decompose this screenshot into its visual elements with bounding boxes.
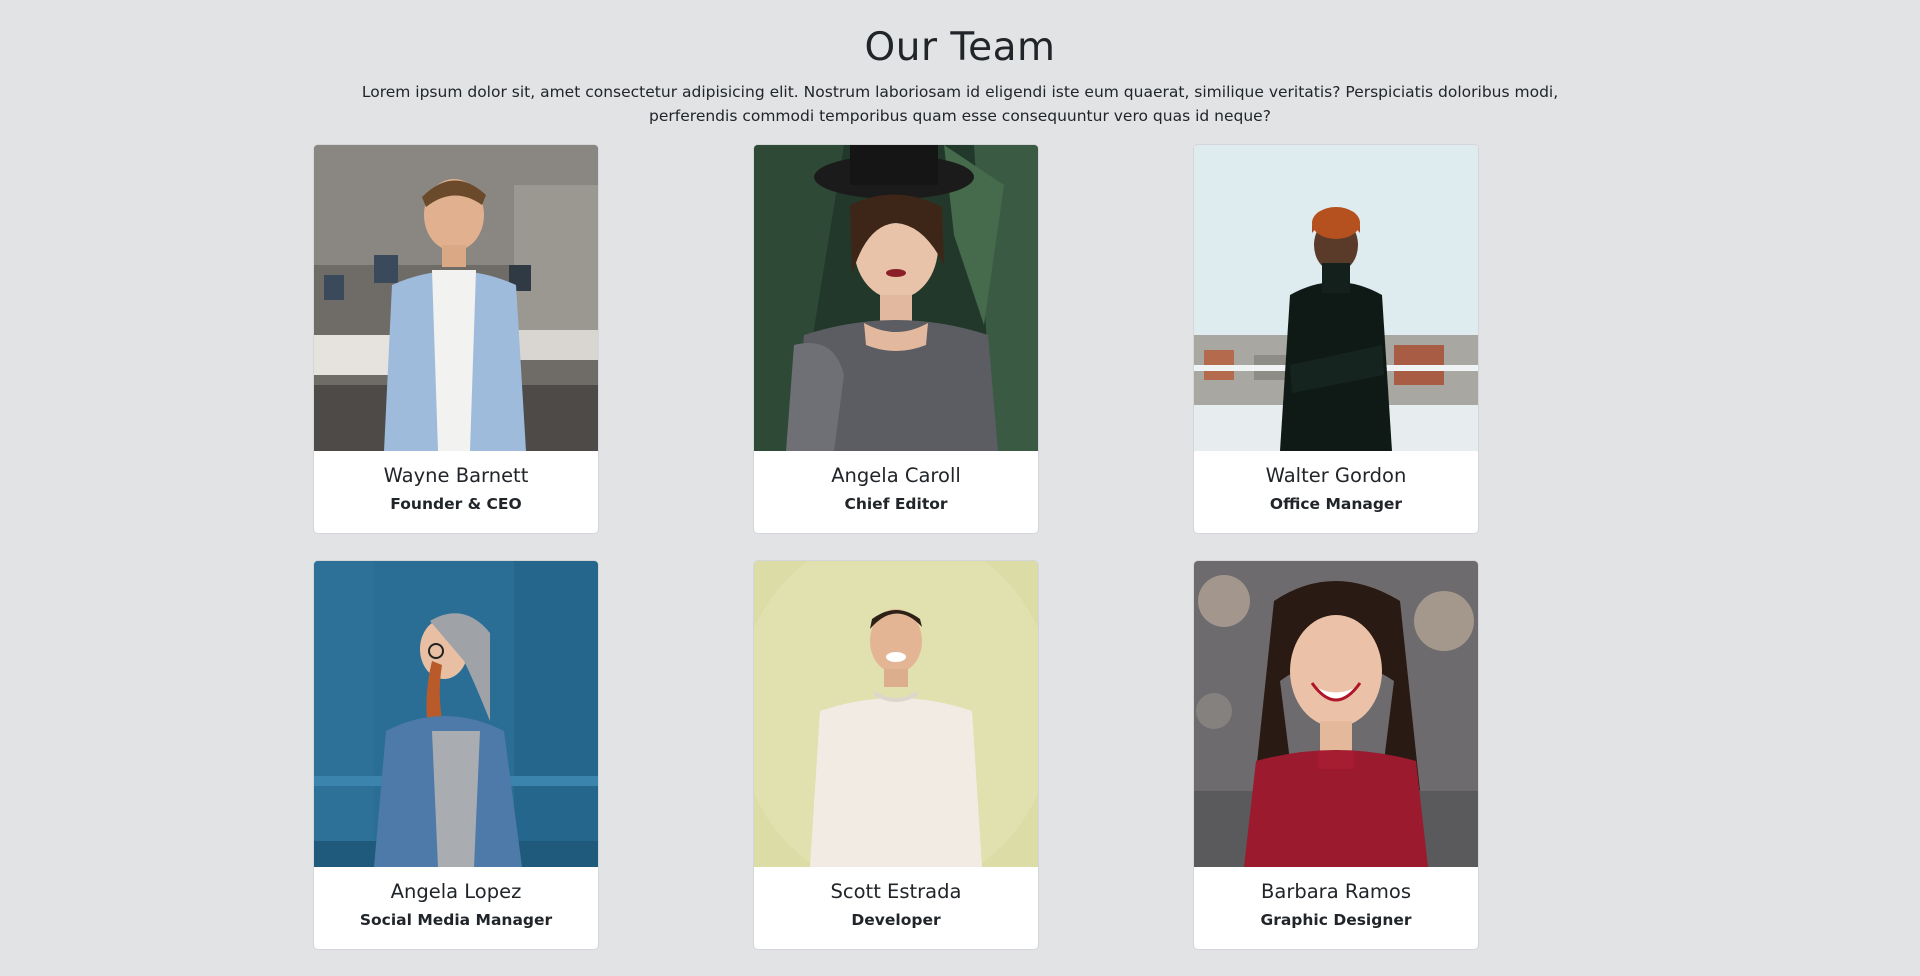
team-member-role: Office Manager [1269,495,1403,513]
team-member-photo [1194,145,1478,451]
team-member-name: Barbara Ramos [1261,880,1411,903]
team-card-scott-estrada: Scott Estrada Developer [753,560,1039,950]
team-card-walter-gordon: Walter Gordon Office Manager [1193,144,1479,534]
team-card-angela-caroll: Angela Caroll Chief Editor [753,144,1039,534]
team-member-role: Founder & CEO [390,495,522,513]
team-member-name: Wayne Barnett [383,464,529,487]
team-card-wayne-barnett: Wayne Barnett Founder & CEO [313,144,599,534]
team-member-name: Angela Caroll [831,464,961,487]
page-title: Our Team [864,25,1056,70]
team-member-name: Scott Estrada [830,880,962,903]
team-member-name: Angela Lopez [390,880,522,903]
team-member-photo [1194,561,1478,867]
team-card-barbara-ramos: Barbara Ramos Graphic Designer [1193,560,1479,950]
team-member-photo [314,561,598,867]
team-member-role: Social Media Manager [359,911,553,929]
team-card-angela-lopez: Angela Lopez Social Media Manager [313,560,599,950]
intro-text: Lorem ipsum dolor sit, amet consectetur … [361,83,1559,125]
team-member-photo [754,561,1038,867]
team-member-photo [754,145,1038,451]
team-member-name: Walter Gordon [1265,464,1407,487]
team-member-role: Developer [851,911,941,929]
team-member-photo [314,145,598,451]
team-member-role: Chief Editor [844,495,948,513]
team-page: Our Team Lorem ipsum dolor sit, amet con… [0,0,1920,976]
team-member-role: Graphic Designer [1260,911,1412,929]
